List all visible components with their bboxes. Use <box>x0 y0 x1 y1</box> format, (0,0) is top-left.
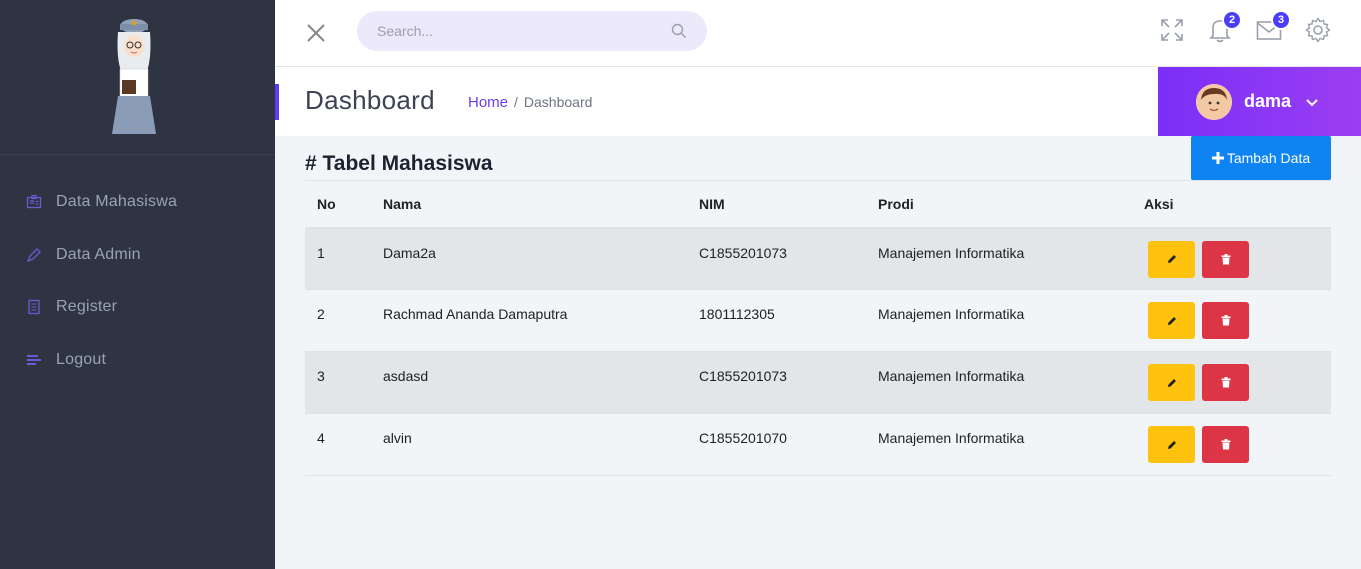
mahasiswa-table: No Nama NIM Prodi Aksi 1 Dama2a C1855201… <box>305 180 1331 476</box>
cell-prodi: Manajemen Informatika <box>878 430 1025 446</box>
cell-nim: C1855201073 <box>699 368 787 384</box>
edit-button[interactable] <box>1148 240 1195 278</box>
cell-nama: alvin <box>383 430 412 446</box>
breadcrumb: Home / Dashboard <box>468 94 592 111</box>
header-accent-bar <box>275 84 279 120</box>
topbar: 2 3 <box>275 0 1361 67</box>
sidebar-item-label: Data Admin <box>56 245 141 263</box>
sidebar-item-logout[interactable]: Logout <box>0 334 275 387</box>
column-header-prodi: Prodi <box>878 195 914 212</box>
sidebar-item-label: Logout <box>56 350 107 368</box>
notification-bell-icon[interactable]: 2 <box>1206 10 1242 44</box>
sidebar-item-register[interactable]: Register <box>0 281 275 334</box>
trash-icon <box>1221 377 1230 388</box>
pencil-icon <box>1167 440 1176 449</box>
cell-aksi <box>1144 352 1331 414</box>
messages-badge: 3 <box>1271 10 1291 30</box>
close-icon[interactable] <box>305 22 327 44</box>
id-card-icon <box>26 194 42 210</box>
cell-nim: C1855201073 <box>699 244 787 261</box>
breadcrumb-current: Dashboard <box>523 94 593 110</box>
delete-button[interactable] <box>1202 302 1249 339</box>
cell-aksi <box>1144 228 1331 290</box>
table-row: 1 Dama2a C1855201073 Manajemen Informati… <box>305 227 1331 290</box>
cell-no: 4 <box>317 430 325 446</box>
page-title: Dashboard <box>305 85 435 115</box>
breadcrumb-separator: / <box>514 94 518 110</box>
delete-button[interactable] <box>1202 426 1249 463</box>
sidebar-logo-area <box>0 0 275 155</box>
gear-icon[interactable] <box>1304 16 1332 44</box>
pencil-icon <box>1167 255 1176 263</box>
cell-no: 3 <box>317 368 325 384</box>
table-row: 4 alvin C1855201070 Manajemen Informatik… <box>305 414 1331 476</box>
sidebar-nav: Data Mahasiswa Data Admin Register Logou… <box>0 176 275 386</box>
logout-icon <box>26 352 42 368</box>
section-title: # Tabel Mahasiswa <box>305 152 493 175</box>
cell-prodi: Manajemen Informatika <box>878 306 1025 322</box>
cell-aksi <box>1144 414 1331 476</box>
notification-badge: 2 <box>1222 10 1242 30</box>
cell-prodi: Manajemen Informatika <box>878 244 1025 261</box>
cell-nama: asdasd <box>383 368 429 384</box>
pen-icon <box>26 247 42 263</box>
edit-button[interactable] <box>1148 364 1195 401</box>
mascot-logo <box>112 19 156 134</box>
search-icon[interactable] <box>671 23 687 39</box>
user-menu[interactable]: dama <box>1158 67 1361 136</box>
column-header-nim: NIM <box>699 195 725 212</box>
cell-no: 1 <box>317 244 325 261</box>
add-data-label: Tambah Data <box>1226 150 1311 166</box>
table-row: 2 Rachmad Ananda Damaputra 1801112305 Ma… <box>305 290 1331 352</box>
delete-button[interactable] <box>1202 364 1249 401</box>
sidebar-item-data-admin[interactable]: Data Admin <box>0 229 275 282</box>
mail-icon[interactable]: 3 <box>1255 10 1291 44</box>
chevron-down-icon <box>1305 95 1319 109</box>
sidebar-item-data-mahasiswa[interactable]: Data Mahasiswa <box>0 176 275 229</box>
cell-nim: C1855201070 <box>699 430 787 446</box>
pencil-icon <box>1167 316 1176 325</box>
cell-nim: 1801112305 <box>699 306 775 322</box>
cell-no: 2 <box>317 306 325 322</box>
edit-button[interactable] <box>1148 426 1195 463</box>
register-icon <box>26 299 42 315</box>
sidebar-item-label: Data Mahasiswa <box>56 193 178 211</box>
edit-button[interactable] <box>1148 302 1195 339</box>
pencil-icon <box>1167 378 1176 387</box>
breadcrumb-home-link[interactable]: Home <box>468 94 508 111</box>
column-header-nama: Nama <box>383 195 422 212</box>
delete-button[interactable] <box>1202 240 1249 278</box>
search-input[interactable] <box>357 11 647 51</box>
sidebar-item-label: Register <box>56 298 118 316</box>
plus-icon <box>1211 152 1224 164</box>
sidebar: Data Mahasiswa Data Admin Register Logou… <box>0 0 275 569</box>
trash-icon <box>1221 253 1230 264</box>
cell-aksi <box>1144 290 1331 352</box>
column-header-aksi: Aksi <box>1144 195 1174 212</box>
table-header-row: No Nama NIM Prodi Aksi <box>305 180 1331 228</box>
column-header-no: No <box>317 195 336 212</box>
search-box <box>357 11 707 51</box>
fullscreen-icon[interactable] <box>1158 16 1186 44</box>
add-data-button[interactable]: Tambah Data <box>1191 136 1331 180</box>
user-name: dama <box>1244 91 1292 111</box>
cell-prodi: Manajemen Informatika <box>878 368 1025 384</box>
avatar <box>1196 83 1232 120</box>
cell-nama: Rachmad Ananda Damaputra <box>383 306 568 322</box>
cell-nama: Dama2a <box>383 244 436 261</box>
page-header: Dashboard Home / Dashboard dama <box>275 67 1361 136</box>
trash-icon <box>1221 439 1230 450</box>
trash-icon <box>1221 315 1230 326</box>
table-row: 3 asdasd C1855201073 Manajemen Informati… <box>305 351 1331 414</box>
